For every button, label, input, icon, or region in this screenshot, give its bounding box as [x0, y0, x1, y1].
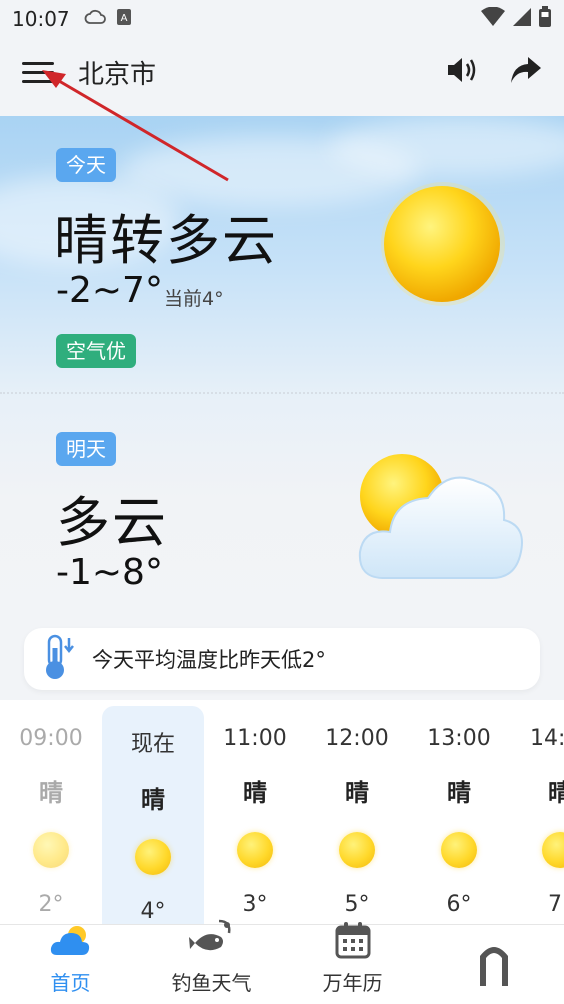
nav-label: 钓鱼天气	[171, 971, 252, 995]
tomorrow-tag: 明天	[56, 432, 116, 466]
hour-item-now[interactable]: 现在 晴 4°	[102, 706, 204, 924]
cloud-icon	[84, 9, 106, 29]
calendar-icon	[335, 921, 371, 963]
hour-item[interactable]: 12:00 晴 5°	[306, 706, 408, 924]
fishing-icon	[188, 919, 235, 963]
nav-label: 首页	[50, 971, 91, 995]
nav-more[interactable]	[423, 925, 564, 1004]
hour-time: 11:00	[223, 726, 287, 751]
sun-icon	[339, 832, 375, 868]
nav-home[interactable]: 首页	[0, 925, 141, 1004]
hour-temp: 5°	[344, 892, 370, 917]
hour-condition: 晴	[39, 779, 63, 807]
air-quality-badge[interactable]: 空气优	[56, 334, 136, 368]
hour-temp: 7°	[548, 892, 564, 917]
today-temp-range: -2~7°	[56, 270, 163, 311]
signal-icon	[512, 7, 532, 31]
bottom-nav: 首页 钓鱼天气 万年历	[0, 919, 564, 1004]
app-header: 北京市	[0, 38, 564, 106]
thermometer-icon	[40, 634, 76, 684]
tomorrow-temp-range: -1~8°	[56, 552, 163, 593]
nav-label: 万年历	[322, 971, 383, 995]
notice-text: 今天平均温度比昨天低2°	[92, 648, 326, 672]
hour-time: 12:00	[325, 726, 389, 751]
hour-condition: 晴	[345, 779, 369, 807]
cloud-sun-icon	[49, 923, 93, 963]
tomorrow-condition: 多云	[56, 491, 168, 554]
share-icon[interactable]	[510, 56, 542, 88]
hour-temp: 2°	[38, 892, 64, 917]
nav-calendar[interactable]: 万年历	[282, 922, 423, 1004]
hour-time: 现在	[130, 732, 175, 757]
speaker-icon[interactable]	[446, 56, 480, 88]
battery-icon	[538, 6, 552, 32]
sun-icon	[542, 832, 564, 868]
hour-condition: 晴	[243, 779, 267, 807]
sun-icon	[441, 832, 477, 868]
sun-icon	[237, 832, 273, 868]
hour-temp: 6°	[446, 892, 472, 917]
current-temp: 当前4°	[164, 288, 224, 310]
arch-icon	[478, 944, 510, 992]
hour-condition: 晴	[141, 786, 165, 814]
hour-time: 13:00	[427, 726, 491, 751]
temperature-notice[interactable]: 今天平均温度比昨天低2°	[24, 628, 540, 690]
menu-icon[interactable]	[22, 54, 58, 90]
hour-item[interactable]: 11:00 晴 3°	[204, 706, 306, 924]
forecast-panel: 今天 晴转多云 -2~7° 当前4° 空气优 明天 多云 -1~8°	[0, 116, 564, 626]
hour-time: 09:00	[19, 726, 83, 751]
nav-fishing[interactable]: 钓鱼天气	[141, 919, 282, 1004]
hour-item[interactable]: 14:00 晴 7°	[510, 706, 564, 924]
svg-text:A: A	[120, 13, 127, 24]
sun-icon	[33, 832, 69, 868]
status-bar: 10:07 A	[0, 0, 564, 38]
wifi-icon	[480, 6, 506, 31]
city-title[interactable]: 北京市	[78, 54, 156, 91]
hour-temp: 3°	[242, 892, 268, 917]
sun-icon	[378, 182, 508, 316]
today-condition: 晴转多云	[54, 209, 278, 272]
hour-time: 14:00	[530, 726, 564, 751]
hour-item[interactable]: 13:00 晴 6°	[408, 706, 510, 924]
partly-cloudy-icon	[354, 452, 530, 592]
text-notification-icon: A	[116, 8, 132, 30]
status-time: 10:07	[12, 7, 70, 31]
hour-condition: 晴	[548, 779, 564, 807]
hour-condition: 晴	[447, 779, 471, 807]
today-tag: 今天	[56, 148, 116, 182]
divider	[0, 392, 564, 394]
sun-icon	[135, 839, 171, 875]
hourly-forecast[interactable]: 09:00 晴 2° 现在 晴 4° 11:00 晴 3° 12:00 晴 5°…	[0, 700, 564, 924]
hour-item[interactable]: 09:00 晴 2°	[0, 706, 102, 924]
